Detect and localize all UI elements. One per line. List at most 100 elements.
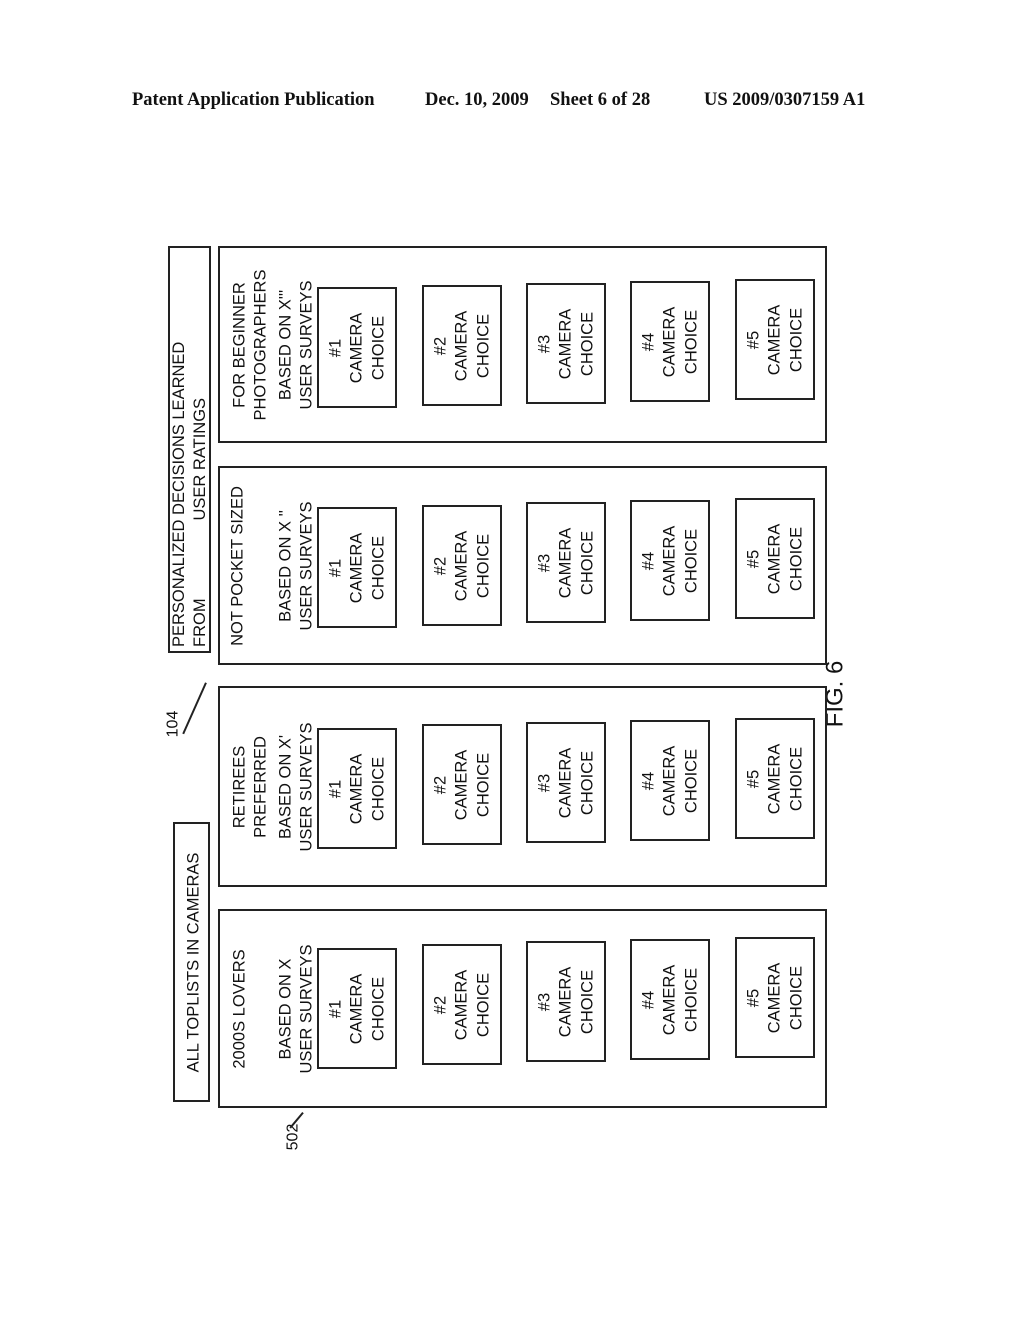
toplist-panel-beginner-photographers: FOR BEGINNER PHOTOGRAPHERS BASED ON X''' US… (218, 246, 827, 443)
camera-choice-line3: CHOICE (368, 756, 387, 821)
camera-choice-rank: #1 (325, 999, 344, 1018)
panel-title: NOT POCKET SIZED (226, 471, 248, 660)
panel-title: RETIREES PREFERRED (228, 691, 272, 882)
camera-choice-rank: #3 (534, 334, 553, 353)
camera-choice-line3: CHOICE (681, 309, 700, 374)
camera-choice-line2: CAMERA (765, 743, 784, 814)
camera-choice-2[interactable]: #2 CAMERA CHOICE (422, 505, 502, 626)
camera-choice-5[interactable]: #5 CAMERA CHOICE (735, 718, 815, 839)
panel-basis: BASED ON X '' USER SURVEYS (274, 471, 318, 660)
camera-choice-line2: CAMERA (765, 962, 784, 1033)
reference-104: 104 (164, 710, 182, 738)
camera-choice-line3: CHOICE (577, 530, 596, 595)
reference-502: 502 (284, 1123, 302, 1151)
tab-personalized-decisions[interactable]: PERSONALIZED DECISIONS LEARNED FROM USER… (168, 246, 211, 653)
camera-choice-3[interactable]: #3 CAMERA CHOICE (526, 283, 606, 404)
tab-personalized-label: PERSONALIZED DECISIONS LEARNED FROM USER… (168, 246, 211, 653)
camera-choice-label: #4 CAMERA CHOICE (630, 281, 710, 402)
panel-title-line: 2000S LOVERS (229, 948, 248, 1069)
camera-choice-line2: CAMERA (660, 306, 679, 377)
camera-choice-line3: CHOICE (786, 307, 805, 372)
panel-basis-line: BASED ON X (276, 958, 294, 1059)
camera-choice-line2: CAMERA (347, 973, 366, 1044)
camera-choice-rank: #2 (430, 775, 449, 794)
camera-choice-2[interactable]: #2 CAMERA CHOICE (422, 285, 502, 406)
camera-choice-line2: CAMERA (660, 745, 679, 816)
camera-choice-line2: CAMERA (556, 527, 575, 598)
camera-choice-line3: CHOICE (473, 313, 492, 378)
camera-choice-rank: #4 (638, 332, 657, 351)
camera-choice-line2: CAMERA (556, 747, 575, 818)
camera-choice-line3: CHOICE (681, 967, 700, 1032)
camera-choice-label: #1 CAMERA CHOICE (317, 507, 397, 628)
camera-choice-label: #4 CAMERA CHOICE (630, 939, 710, 1060)
panel-title: 2000S LOVERS (228, 914, 250, 1103)
camera-choice-line2: CAMERA (452, 749, 471, 820)
camera-choice-3[interactable]: #3 CAMERA CHOICE (526, 941, 606, 1062)
camera-choice-label: #5 CAMERA CHOICE (735, 498, 815, 619)
camera-choice-5[interactable]: #5 CAMERA CHOICE (735, 937, 815, 1058)
panel-title-line: PREFERRED (251, 735, 269, 838)
camera-choice-1[interactable]: #1 CAMERA CHOICE (317, 507, 397, 628)
camera-choice-label: #5 CAMERA CHOICE (735, 937, 815, 1058)
camera-choice-5[interactable]: #5 CAMERA CHOICE (735, 498, 815, 619)
panel-basis-line: BASED ON X' (276, 734, 294, 839)
camera-choice-rank: #1 (325, 558, 344, 577)
camera-choice-4[interactable]: #4 CAMERA CHOICE (630, 500, 710, 621)
camera-choice-label: #2 CAMERA CHOICE (422, 944, 502, 1065)
panel-basis-line: BASED ON X''' (276, 289, 294, 400)
camera-choice-line2: CAMERA (452, 969, 471, 1040)
camera-choice-line2: CAMERA (660, 525, 679, 596)
panel-title-line: PHOTOGRAPHERS (251, 269, 269, 420)
tab-all-toplists-label: ALL TOPLISTS IN CAMERAS (184, 852, 202, 1072)
camera-choice-5[interactable]: #5 CAMERA CHOICE (735, 279, 815, 400)
tab-all-toplists[interactable]: ALL TOPLISTS IN CAMERAS (173, 822, 210, 1102)
panel-basis: BASED ON X''' USER SURVEYS (274, 251, 318, 438)
camera-choice-line3: CHOICE (681, 748, 700, 813)
camera-choice-rank: #4 (638, 771, 657, 790)
panel-basis-line: USER SURVEYS (297, 944, 315, 1073)
panel-title-line: FOR BEGINNER (230, 281, 248, 408)
camera-choice-rank: #1 (325, 779, 344, 798)
camera-choice-3[interactable]: #3 CAMERA CHOICE (526, 502, 606, 623)
camera-choice-2[interactable]: #2 CAMERA CHOICE (422, 944, 502, 1065)
camera-choice-1[interactable]: #1 CAMERA CHOICE (317, 287, 397, 408)
camera-choice-4[interactable]: #4 CAMERA CHOICE (630, 720, 710, 841)
camera-choice-label: #5 CAMERA CHOICE (735, 279, 815, 400)
camera-choice-line2: CAMERA (556, 966, 575, 1037)
patent-number: US 2009/0307159 A1 (704, 90, 866, 110)
camera-choice-line3: CHOICE (473, 752, 492, 817)
camera-choice-rank: #3 (534, 773, 553, 792)
camera-choice-line2: CAMERA (765, 304, 784, 375)
camera-choice-rank: #5 (743, 330, 762, 349)
panel-basis-line: BASED ON X '' (276, 509, 294, 622)
camera-choice-2[interactable]: #2 CAMERA CHOICE (422, 724, 502, 845)
camera-choice-label: #5 CAMERA CHOICE (735, 718, 815, 839)
tab-personalized-line1: PERSONALIZED DECISIONS LEARNED (169, 341, 188, 647)
toplist-panel-retirees-preferred: RETIREES PREFERRED BASED ON X' USER SURVEYS… (218, 686, 827, 887)
camera-choice-line3: CHOICE (577, 969, 596, 1034)
camera-choice-label: #3 CAMERA CHOICE (526, 722, 606, 843)
camera-choice-rank: #2 (430, 336, 449, 355)
panel-title-line: RETIREES (230, 745, 248, 828)
camera-choice-1[interactable]: #1 CAMERA CHOICE (317, 728, 397, 849)
camera-choice-label: #1 CAMERA CHOICE (317, 728, 397, 849)
camera-choice-line3: CHOICE (368, 315, 387, 380)
camera-choice-line2: CAMERA (347, 753, 366, 824)
camera-choice-line3: CHOICE (473, 972, 492, 1037)
camera-choice-line3: CHOICE (577, 311, 596, 376)
camera-choice-rank: #5 (743, 988, 762, 1007)
camera-choice-rank: #2 (430, 556, 449, 575)
camera-choice-line2: CAMERA (347, 532, 366, 603)
camera-choice-1[interactable]: #1 CAMERA CHOICE (317, 948, 397, 1069)
camera-choice-line3: CHOICE (368, 535, 387, 600)
camera-choice-label: #3 CAMERA CHOICE (526, 502, 606, 623)
camera-choice-label: #3 CAMERA CHOICE (526, 941, 606, 1062)
publication-type: Patent Application Publication (132, 90, 375, 110)
camera-choice-3[interactable]: #3 CAMERA CHOICE (526, 722, 606, 843)
panel-basis: BASED ON X' USER SURVEYS (274, 691, 318, 882)
camera-choice-line2: CAMERA (660, 964, 679, 1035)
camera-choice-line2: CAMERA (556, 308, 575, 379)
camera-choice-4[interactable]: #4 CAMERA CHOICE (630, 281, 710, 402)
camera-choice-4[interactable]: #4 CAMERA CHOICE (630, 939, 710, 1060)
